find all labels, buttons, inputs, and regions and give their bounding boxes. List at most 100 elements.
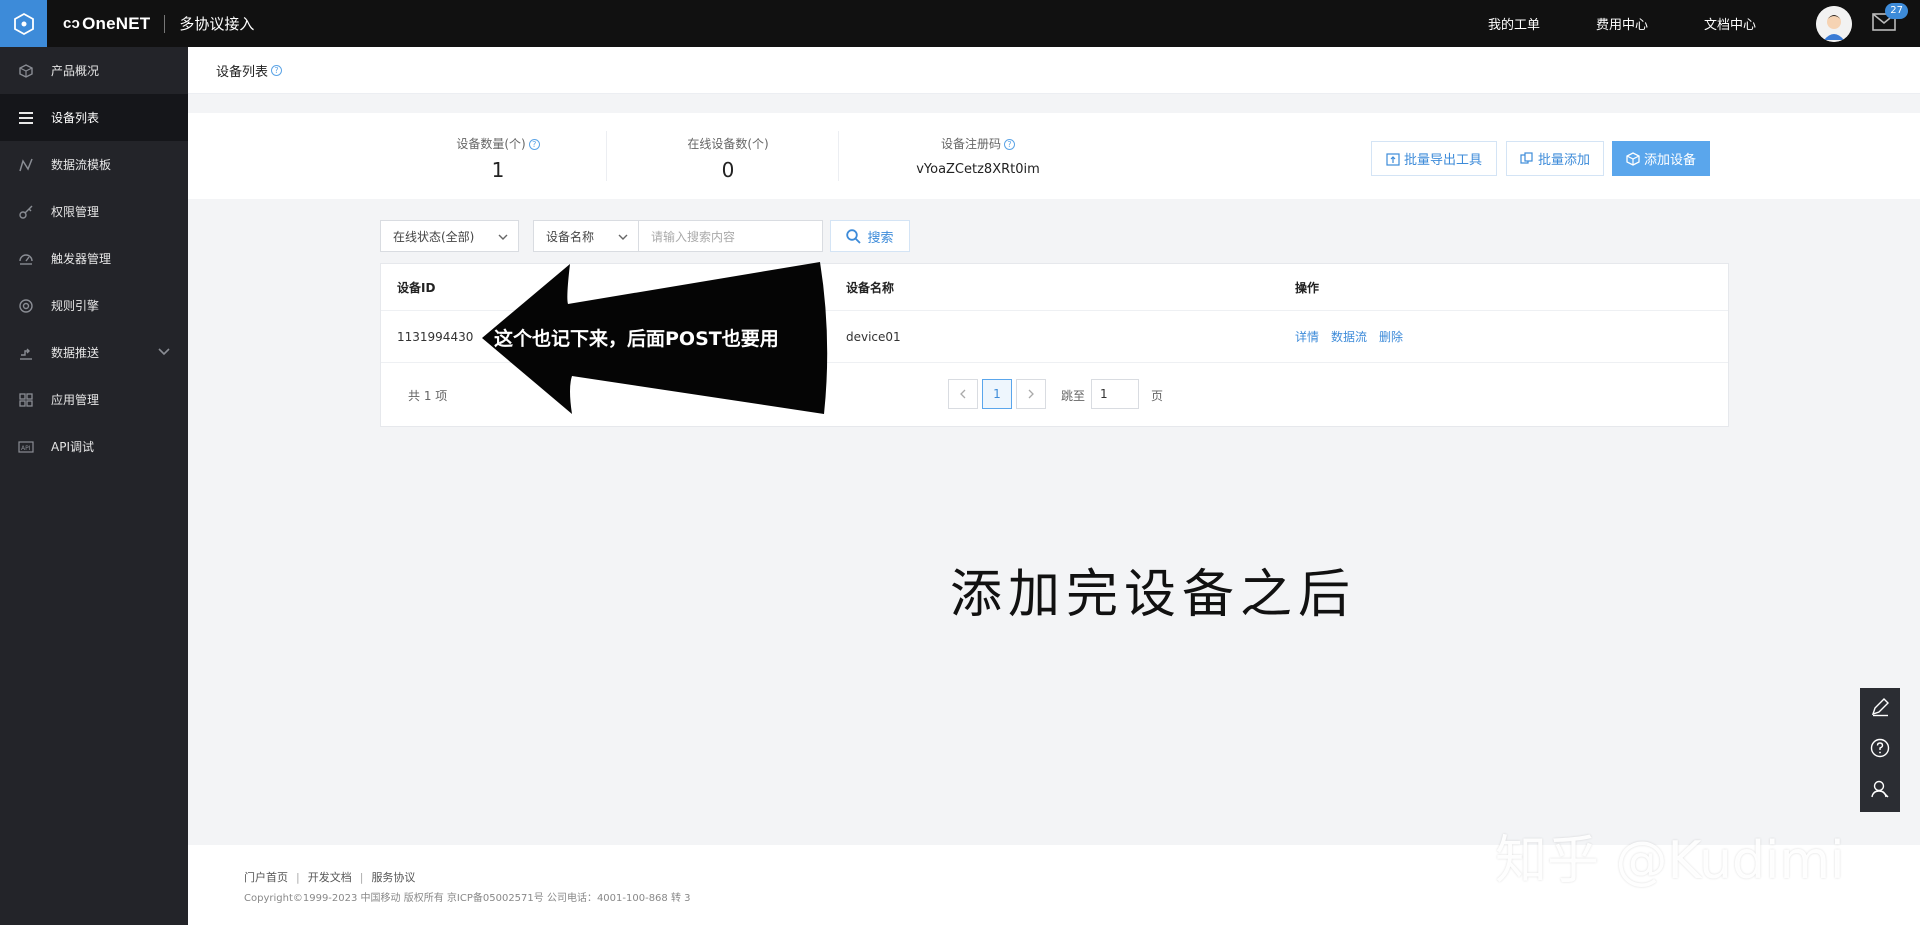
sidebar-item-label: API调试: [51, 440, 94, 454]
add-device-label: 添加设备: [1643, 153, 1696, 168]
trigger-icon: [18, 251, 34, 267]
sidebar-item-label: 设备列表: [51, 111, 100, 125]
field-select-value: 设备名称: [546, 229, 595, 244]
customer-service-icon[interactable]: [1870, 779, 1890, 803]
cube-icon: [18, 63, 34, 79]
rule-icon: [18, 298, 34, 314]
search-button[interactable]: 搜索: [830, 220, 910, 252]
box-icon: [1626, 151, 1640, 166]
sidebar-item-label: 权限管理: [51, 205, 100, 219]
sidebar-item-permissions[interactable]: 权限管理: [0, 188, 188, 235]
sidebar-item-label: 数据流模板: [51, 158, 112, 172]
footer-link-docs[interactable]: 开发文档: [308, 871, 352, 884]
jump-page-input[interactable]: 1: [1091, 379, 1139, 409]
help-icon[interactable]: ?: [1004, 139, 1015, 150]
detail-link[interactable]: 详情: [1295, 328, 1319, 345]
sidebar-item-triggers[interactable]: 触发器管理: [0, 235, 188, 282]
search-placeholder: 请输入搜索内容: [651, 229, 736, 244]
chevron-down-icon[interactable]: [158, 345, 170, 359]
export-label: 批量导出工具: [1403, 153, 1482, 168]
edit-icon[interactable]: [1870, 697, 1890, 721]
footer-link-terms[interactable]: 服务协议: [371, 871, 415, 884]
sidebar-item-device-list[interactable]: 设备列表: [0, 94, 188, 141]
device-count-label: 设备数量(个): [456, 137, 526, 151]
column-actions: 操作: [1295, 280, 1320, 295]
total-count: 共 1 项: [408, 388, 448, 403]
sidebar-item-label: 数据推送: [51, 346, 100, 360]
device-id-cell: 1131994430: [397, 329, 474, 344]
batch-add-button[interactable]: 批量添加: [1506, 141, 1604, 176]
stat-device-count: 设备数量(个)? 1: [428, 113, 568, 199]
online-count-label: 在线设备数(个): [687, 137, 769, 151]
reg-code-label: 设备注册码: [940, 137, 1001, 151]
export-tool-button[interactable]: 批量导出工具: [1371, 141, 1497, 176]
sidebar-item-app-management[interactable]: 应用管理: [0, 376, 188, 423]
column-device-name: 设备名称: [846, 280, 895, 295]
top-links: 我的工单 费用中心 文档中心 27: [1488, 0, 1920, 47]
onenet-icon: cɔ: [63, 15, 81, 32]
sidebar-item-label: 触发器管理: [51, 252, 112, 266]
prev-page-button[interactable]: [948, 379, 978, 409]
sidebar-item-label: 产品概况: [51, 64, 100, 78]
divider: |: [359, 871, 364, 884]
link-billing[interactable]: 费用中心: [1596, 14, 1648, 33]
sidebar-item-api-debug[interactable]: API API调试: [0, 423, 188, 470]
field-select[interactable]: 设备名称: [533, 220, 639, 252]
status-select[interactable]: 在线状态(全部): [380, 220, 519, 252]
svg-text:API: API: [21, 445, 31, 452]
annotation-note: 添加完设备之后: [950, 565, 1357, 625]
batch-add-label: 批量添加: [1537, 153, 1590, 168]
divider: [838, 131, 839, 181]
watermark: 知乎 @Kudimi: [1495, 831, 1845, 891]
footer-link-home[interactable]: 门户首页: [244, 871, 288, 884]
link-docs[interactable]: 文档中心: [1704, 14, 1756, 33]
search-input[interactable]: 请输入搜索内容: [639, 220, 823, 252]
sidebar-item-label: 应用管理: [51, 393, 100, 407]
list-icon: [18, 110, 34, 126]
key-icon: [18, 204, 34, 220]
actions-cell: 详情 数据流 删除: [1295, 311, 1415, 362]
grid-icon: [18, 392, 34, 408]
brand-name: OneNET: [82, 13, 151, 33]
status-select-value: 在线状态(全部): [393, 229, 475, 244]
search-button-label: 搜索: [867, 230, 894, 246]
product-name: 多协议接入: [179, 15, 255, 33]
sidebar-item-data-push[interactable]: 数据推送: [0, 329, 188, 376]
delete-link[interactable]: 删除: [1379, 328, 1403, 345]
sidebar: 产品概况 设备列表 数据流模板 权限管理 触发器管理 规则引擎 数据推送 应用管…: [0, 47, 188, 925]
mail-icon[interactable]: 27: [1872, 2, 1908, 35]
logo-icon[interactable]: [0, 0, 47, 47]
divider: [164, 14, 166, 33]
link-my-tickets[interactable]: 我的工单: [1488, 14, 1540, 33]
page-title: 设备列表: [216, 64, 269, 80]
help-icon[interactable]: ?: [528, 139, 540, 150]
page-unit-label: 页: [1151, 388, 1164, 403]
push-icon: [18, 345, 34, 361]
page-1-button[interactable]: 1: [982, 379, 1012, 409]
chevron-down-icon: [618, 230, 628, 244]
divider: [606, 131, 607, 181]
brand-logo[interactable]: cɔ OneNET: [63, 14, 150, 34]
avatar[interactable]: [1816, 5, 1852, 42]
online-count-value: 0: [721, 158, 735, 182]
chevron-down-icon: [498, 230, 508, 244]
sidebar-item-stream-template[interactable]: 数据流模板: [0, 141, 188, 188]
export-icon: [1386, 152, 1400, 166]
column-device-id: 设备ID: [397, 280, 436, 295]
sidebar-item-rule-engine[interactable]: 规则引擎: [0, 282, 188, 329]
help-icon[interactable]: ?: [271, 64, 283, 76]
reg-code-value: vYoaZCetz8XRt0im: [916, 162, 1040, 177]
next-page-button[interactable]: [1016, 379, 1046, 409]
datastream-link[interactable]: 数据流: [1331, 328, 1367, 345]
stream-icon: [18, 157, 34, 173]
device-name-cell: device01: [846, 329, 901, 344]
device-count-value: 1: [491, 158, 505, 182]
add-device-button[interactable]: 添加设备: [1612, 141, 1710, 176]
sidebar-item-overview[interactable]: 产品概况: [0, 47, 188, 94]
help-icon[interactable]: [1870, 738, 1890, 762]
page-header: 设备列表 ?: [188, 47, 1920, 94]
annotation-arrow-text: 这个也记下来，后面POST也要用: [494, 328, 779, 350]
float-toolbar: [1860, 688, 1900, 812]
top-bar: cɔ OneNET 多协议接入 我的工单 费用中心 文档中心 27: [0, 0, 1920, 47]
sidebar-item-label: 规则引擎: [51, 299, 100, 313]
